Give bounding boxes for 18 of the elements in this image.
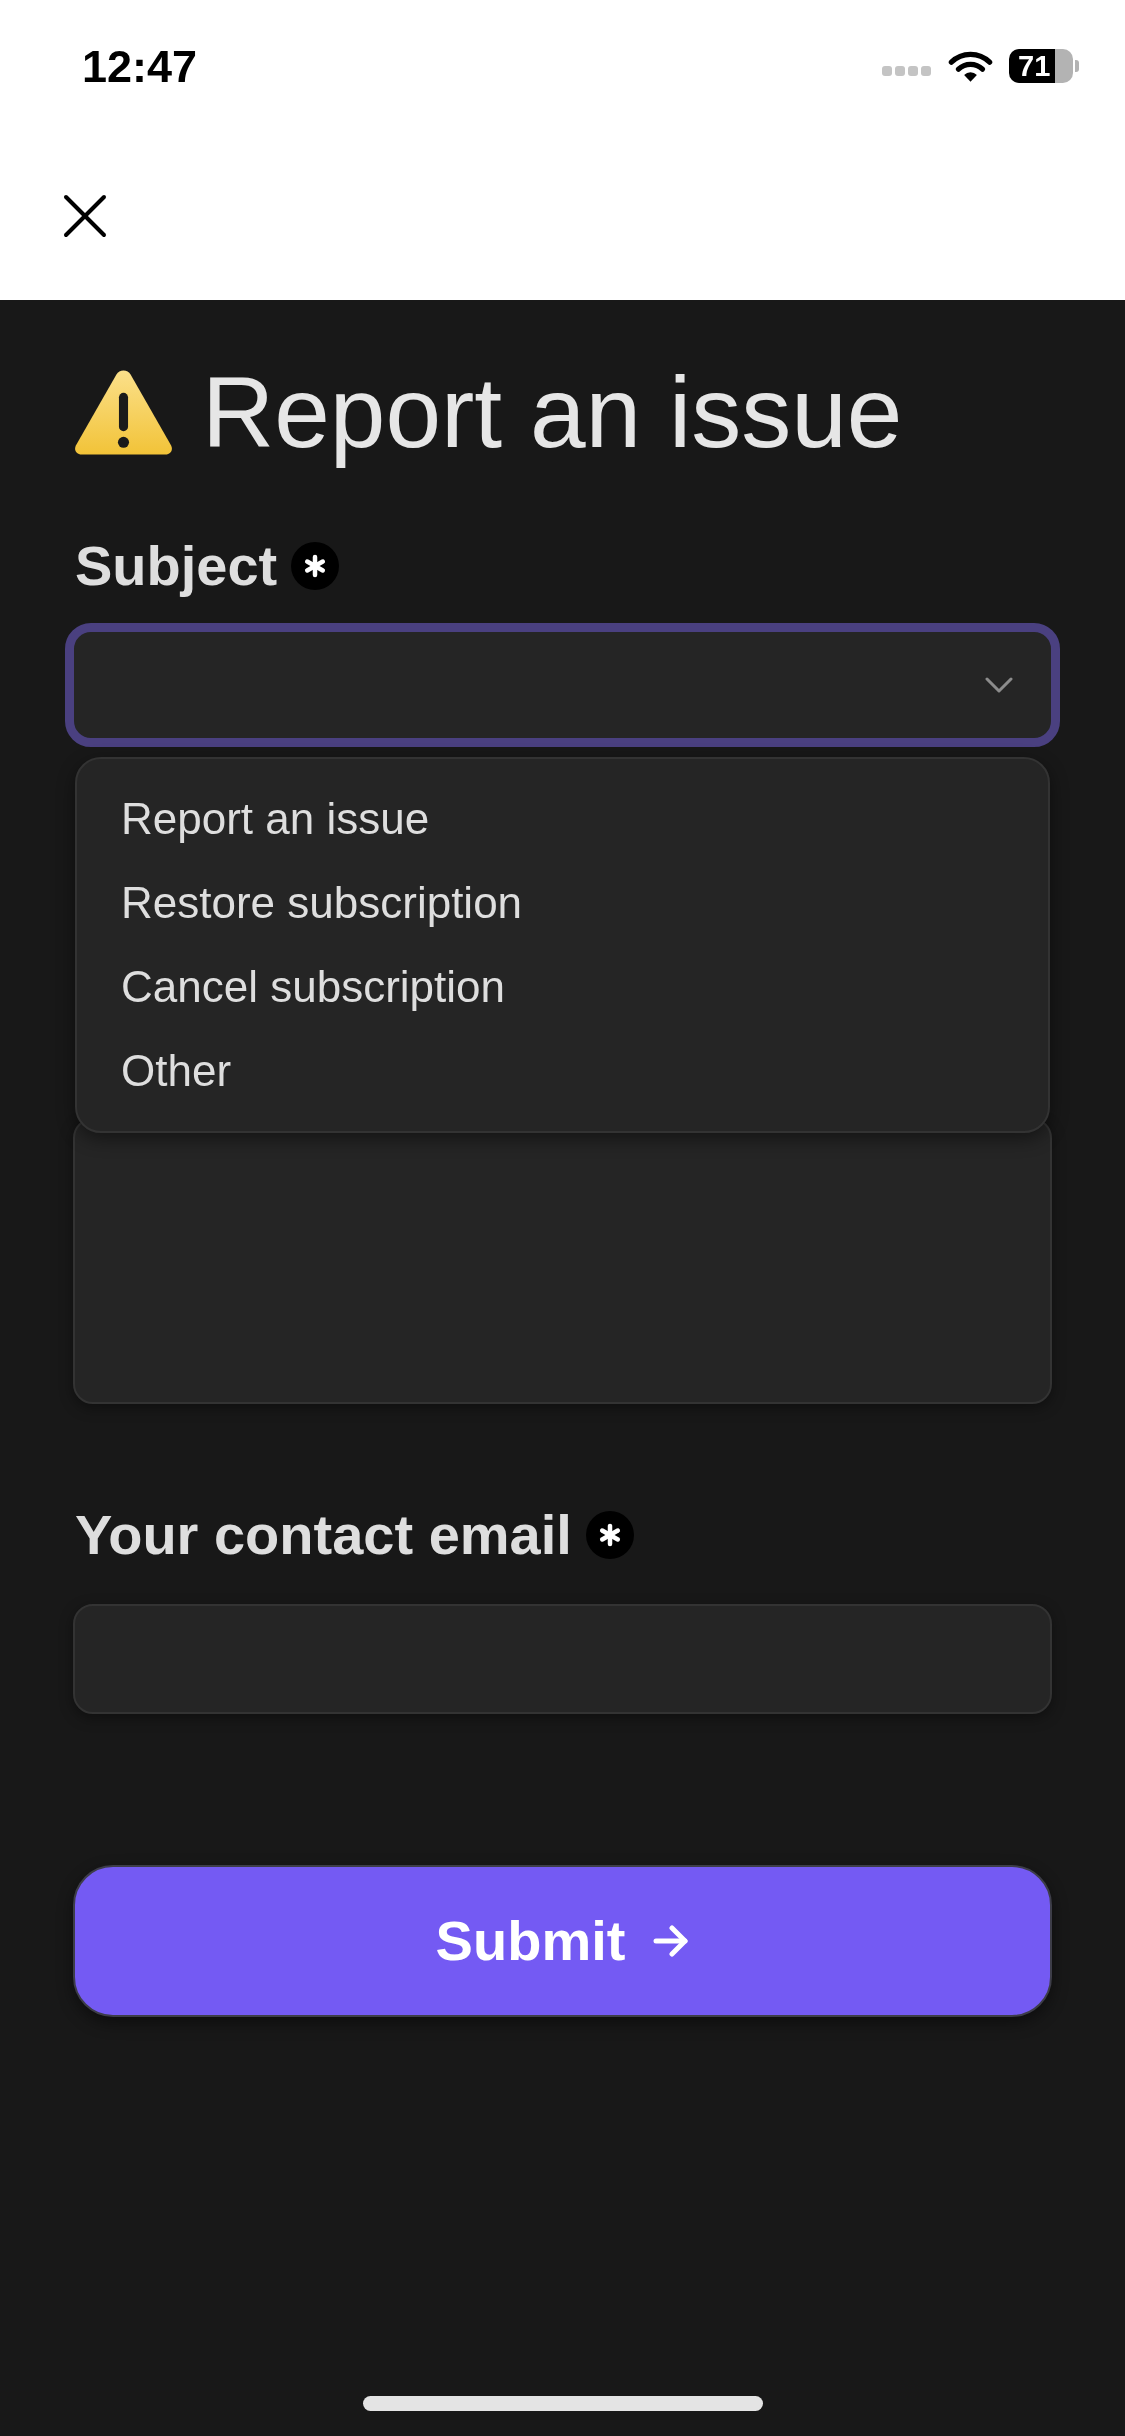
submit-button[interactable]: Submit — [73, 1865, 1052, 2017]
email-field[interactable] — [73, 1604, 1052, 1714]
dropdown-option[interactable]: Cancel subscription — [77, 945, 1048, 1029]
signal-dots-icon — [882, 66, 932, 76]
dropdown-option[interactable]: Other — [77, 1029, 1048, 1113]
field-label: Subject — [75, 535, 278, 597]
page-title: Report an issue — [202, 355, 903, 470]
close-button[interactable] — [63, 194, 107, 238]
wifi-icon — [948, 49, 993, 83]
warning-icon — [75, 368, 172, 456]
status-time: 12:47 — [82, 43, 198, 89]
field-label: Your contact email — [75, 1504, 572, 1566]
chevron-down-icon — [985, 677, 1013, 693]
dropdown-option[interactable]: Restore subscription — [77, 861, 1048, 945]
battery-indicator: 71 — [1009, 49, 1079, 83]
subject-select[interactable] — [65, 623, 1060, 747]
close-icon — [63, 194, 107, 238]
dropdown-option[interactable]: Report an issue — [77, 777, 1048, 861]
